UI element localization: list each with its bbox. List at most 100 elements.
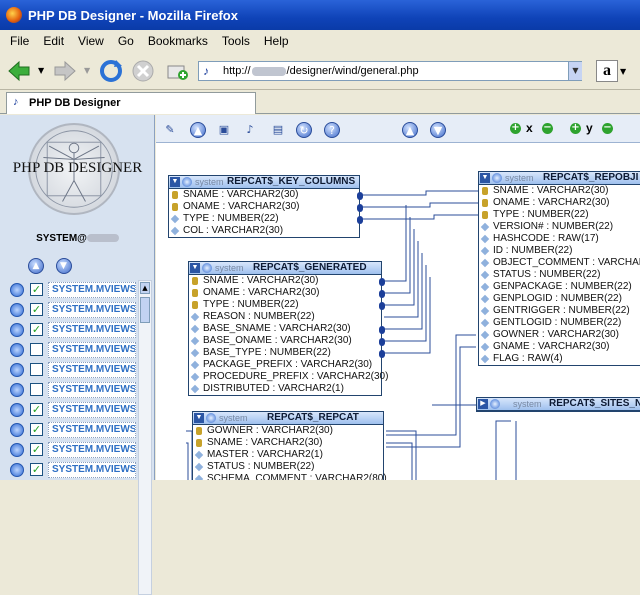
mview-label[interactable]: SYSTEM.MVIEWS [48,362,136,378]
table-column[interactable]: GOWNER : VARCHAR2(30) [479,329,640,341]
table-column[interactable]: HASHCODE : RAW(17) [479,233,640,245]
mview-label[interactable]: SYSTEM.MVIEWS [48,422,136,438]
menu-file[interactable]: File [4,34,37,48]
table-gear-icon[interactable] [490,399,500,409]
menu-edit[interactable]: Edit [37,34,72,48]
table-column[interactable]: VERSION# : NUMBER(22) [479,221,640,233]
mview-label[interactable]: SYSTEM.MVIEWS [48,442,136,458]
table-column[interactable]: TYPE : NUMBER(22) [189,299,381,311]
table-repcat-repobject[interactable]: ▼ system REPCAT$_REPOBJI SNAME : VARCHAR… [478,171,640,366]
table-header[interactable]: ▼ system REPCAT$_GENERATED [189,262,381,275]
gear-icon[interactable] [10,303,24,317]
home-icon[interactable] [164,58,190,84]
gear-icon[interactable] [10,403,24,417]
relation-pin[interactable] [379,290,385,298]
relation-pin[interactable] [357,192,363,200]
menu-go[interactable]: Go [112,34,142,48]
table-column[interactable]: BASE_ONAME : VARCHAR2(30) [189,335,381,347]
forward-dropdown-icon[interactable]: ▼ [84,66,90,75]
gear-icon[interactable] [10,323,24,337]
mview-item[interactable]: ✓ SYSTEM.MVIEWS [8,440,136,460]
menu-bookmarks[interactable]: Bookmarks [142,34,216,48]
table-column[interactable]: GOWNER : VARCHAR2(30) [193,425,383,437]
mview-checkbox[interactable] [30,383,43,396]
address-bar[interactable]: ♪ http:// /designer/wind/general.php [198,61,582,81]
table-column[interactable]: ONAME : VARCHAR2(30) [479,197,640,209]
mview-label[interactable]: SYSTEM.MVIEWS [48,342,136,358]
amazon-search-icon[interactable]: a [596,60,618,82]
forward-arrow-icon[interactable] [52,58,78,84]
table-gear-icon[interactable] [206,413,216,423]
relation-pin[interactable] [379,302,385,310]
table-column[interactable]: SCHEMA_COMMENT : VARCHAR2(80) [193,473,387,480]
mview-item[interactable]: ✓ SYSTEM.MVIEWS [8,280,136,300]
table-column[interactable]: GENTRIGGER : NUMBER(22) [479,305,640,317]
relation-pin[interactable] [379,326,385,334]
mview-item[interactable]: SYSTEM.MVIEWS [8,360,136,380]
search-engine-dropdown-icon[interactable]: ▼ [620,67,626,76]
table-column[interactable]: TYPE : NUMBER(22) [479,209,640,221]
reload-icon[interactable] [98,58,124,84]
relation-pin[interactable] [357,216,363,224]
table-repcat-repcat[interactable]: ▼ system REPCAT$_REPCAT GOWNER : VARCHAR… [192,411,387,480]
mview-checkbox[interactable]: ✓ [30,443,43,456]
relation-pin[interactable] [379,278,385,286]
scroll-up-icon[interactable]: ▲ [140,282,150,294]
mview-label[interactable]: SYSTEM.MVIEWS [48,302,136,318]
collapse-table-icon[interactable]: ▼ [480,173,490,183]
collapse-table-icon[interactable]: ▼ [170,177,180,187]
mview-item[interactable]: ✓ SYSTEM.MVIEWS [8,420,136,440]
scroll-thumb[interactable] [140,297,150,323]
table-column[interactable]: PROCEDURE_PREFIX : VARCHAR2(30) [189,371,388,383]
table-gear-icon[interactable] [182,177,192,187]
expand-down-icon[interactable]: ▼ [55,258,72,274]
expand-table-icon[interactable]: ▶ [478,399,488,409]
relation-pin[interactable] [379,338,385,346]
collapse-table-icon[interactable]: ▼ [190,263,200,273]
table-column[interactable]: ID : NUMBER(22) [479,245,640,257]
mview-item[interactable]: SYSTEM.MVIEWS [8,380,136,400]
mview-item[interactable]: ✓ SYSTEM.MVIEWS [8,300,136,320]
diagram-canvas[interactable]: ✎ ▲ ▣ ♪ ▤ ↻ ? ▲ ▼ + x − + y − ▼ system R… [156,115,640,480]
mview-label[interactable]: SYSTEM.MVIEWS [48,402,136,418]
table-column[interactable]: TYPE : NUMBER(22) [169,213,359,225]
table-header[interactable]: ▶ system REPCAT$_SITES_N [477,398,640,411]
gear-icon[interactable] [10,343,24,357]
mview-item[interactable]: SYSTEM.MVIEWS [8,340,136,360]
mview-checkbox[interactable]: ✓ [30,463,43,476]
mview-checkbox[interactable]: ✓ [30,403,43,416]
table-column[interactable]: SNAME : VARCHAR2(30) [169,189,359,201]
mview-checkbox[interactable]: ✓ [30,423,43,436]
back-dropdown-icon[interactable]: ▼ [38,66,44,75]
gear-icon[interactable] [10,363,24,377]
menu-view[interactable]: View [72,34,112,48]
table-gear-icon[interactable] [202,263,212,273]
mview-label[interactable]: SYSTEM.MVIEWS [48,282,136,298]
table-column[interactable]: SNAME : VARCHAR2(30) [189,275,381,287]
mview-checkbox[interactable] [30,363,43,376]
mview-label[interactable]: SYSTEM.MVIEWS [48,462,136,478]
table-header[interactable]: ▼ system REPCAT$_KEY_COLUMNS [169,176,359,189]
mview-checkbox[interactable] [30,343,43,356]
relation-pin[interactable] [379,350,385,358]
table-column[interactable]: FLAG : RAW(4) [479,353,640,365]
table-column[interactable]: COL : VARCHAR2(30) [169,225,359,237]
table-column[interactable]: SNAME : VARCHAR2(30) [479,185,640,197]
collapse-up-icon[interactable]: ▲ [28,258,44,274]
mview-label[interactable]: SYSTEM.MVIEWS [48,382,136,398]
gear-icon[interactable] [10,383,24,397]
menu-help[interactable]: Help [258,34,297,48]
menu-tools[interactable]: Tools [216,34,258,48]
table-column[interactable]: OBJECT_COMMENT : VARCHAR [479,257,640,269]
table-column[interactable]: BASE_TYPE : NUMBER(22) [189,347,381,359]
mview-checkbox[interactable]: ✓ [30,283,43,296]
table-column[interactable]: GENPLOGID : NUMBER(22) [479,293,640,305]
table-column[interactable]: STATUS : NUMBER(22) [479,269,640,281]
relation-pin[interactable] [357,204,363,212]
gear-icon[interactable] [10,443,24,457]
mview-item[interactable]: ✓ SYSTEM.MVIEWS [8,320,136,340]
mview-checkbox[interactable]: ✓ [30,303,43,316]
table-column[interactable]: MASTER : VARCHAR2(1) [193,449,383,461]
table-column[interactable]: BASE_SNAME : VARCHAR2(30) [189,323,381,335]
table-column[interactable]: GNAME : VARCHAR2(30) [479,341,640,353]
